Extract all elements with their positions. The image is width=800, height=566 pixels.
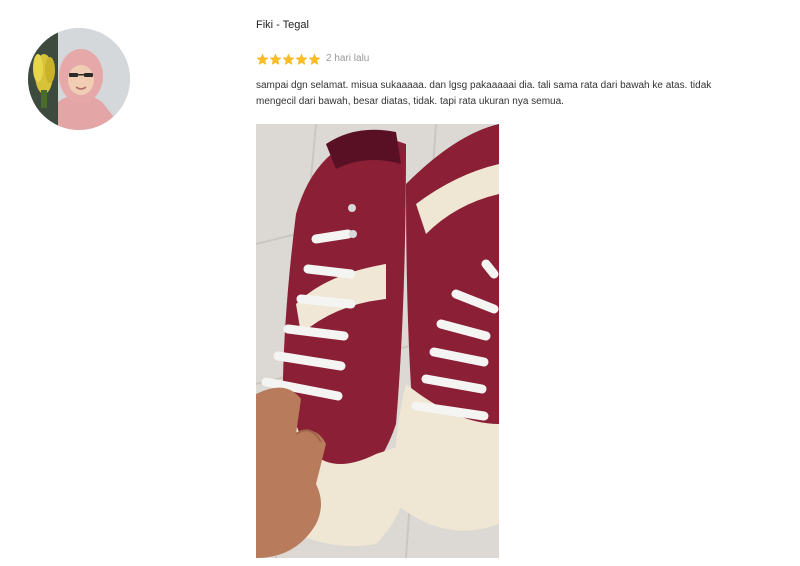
review-content: Fiki - Tegal 2 hari lalu sampai dgn sela…	[256, 18, 756, 110]
star-icon	[256, 53, 269, 66]
review-time: 2 hari lalu	[326, 53, 370, 64]
reviewer-avatar	[28, 28, 130, 130]
review-photo[interactable]	[256, 124, 499, 558]
star-icon	[295, 53, 308, 66]
star-icon	[282, 53, 295, 66]
review-text: sampai dgn selamat. misua sukaaaaa. dan …	[256, 80, 712, 107]
rating-stars	[256, 53, 321, 66]
star-icon	[308, 53, 321, 66]
rating-row: 2 hari lalu	[256, 52, 756, 66]
sneaker-photo-image	[256, 124, 499, 558]
star-icon	[269, 53, 282, 66]
reviewer-name: Fiki - Tegal	[256, 19, 309, 31]
avatar-photo	[28, 28, 130, 130]
